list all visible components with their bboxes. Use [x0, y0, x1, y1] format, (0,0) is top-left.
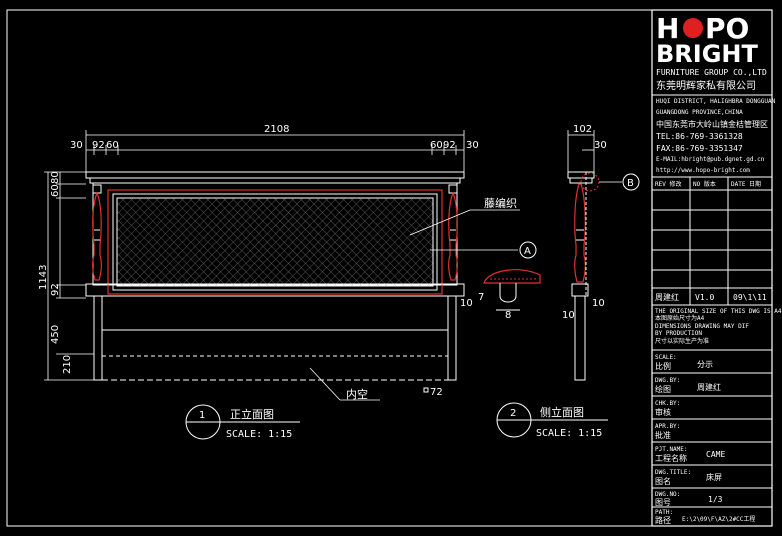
dim-80-vertical: 80 [50, 171, 61, 184]
company-name-en: FURNITURE GROUP CO.,LTD [656, 68, 767, 77]
approved-by-label: APR.BY: [655, 423, 680, 430]
drawn-by-label: DWG.BY: [655, 377, 680, 384]
path-value: E:\2\09\F\AZ\2#CC工程 [682, 515, 755, 523]
note-5: 尺寸以实际生产为准 [655, 337, 709, 345]
view-2-title: 侧立面图 [540, 405, 584, 419]
rev-col-3: DATE 日期 [731, 180, 761, 188]
rattan-mesh-panel [116, 197, 434, 287]
drawing-number-label: DWG.NO: [655, 491, 680, 498]
drawing-number-label-cn: 图号 [655, 498, 671, 507]
project-name-label-cn: 工程名称 [655, 453, 687, 463]
note-2: 本图原始尺寸为A4 [655, 314, 705, 322]
drawn-by-value: 周建红 [697, 382, 721, 392]
rev-name: 周建红 [655, 292, 679, 302]
drawing-number-value: 1/3 [708, 495, 723, 504]
callout-b-label: B [627, 178, 634, 189]
left-post [92, 184, 102, 281]
drawing-title-label-cn: 图名 [655, 476, 671, 486]
dim-92-left: 92 [92, 140, 105, 151]
company-tel: TEL:86-769-3361328 [656, 132, 743, 141]
dim-10-front: 10 [460, 298, 473, 309]
drawing-canvas: 2108 30 92 60 60 92 30 60 80 1143 92 450… [6, 9, 782, 527]
drawn-by-label-cn: 绘图 [655, 384, 671, 394]
label-rattan-weave: 藤编织 [484, 196, 517, 210]
front-elevation [85, 171, 465, 381]
rev-col-1: REV 修改 [655, 180, 681, 188]
view-1-number: 1 [199, 410, 205, 421]
rev-date: 09\1\11 [733, 293, 767, 302]
note-4: BY PRODUCTION [655, 330, 702, 337]
rev-version: V1.0 [695, 293, 714, 302]
dim-8: 8 [505, 310, 511, 321]
view-1-title: 正立面图 [230, 407, 274, 421]
checked-by-label-cn: 审核 [655, 407, 671, 417]
company-address-cn: 中国东莞市大岭山镇金桔管理区 [656, 119, 768, 129]
dim-total-width: 2108 [264, 124, 289, 135]
side-elevation [567, 171, 595, 381]
dim-102: 102 [573, 124, 592, 135]
company-web: http://www.hopo-bright.com [656, 167, 750, 174]
dim-10-side-a: 10 [592, 298, 605, 309]
top-cornice [85, 171, 465, 179]
view-1-scale: SCALE: 1:15 [226, 429, 292, 440]
scale-label: SCALE: [655, 354, 677, 361]
company-address-2: GUANGDONG PROVINCE,CHINA [656, 109, 743, 116]
dim-60-left: 60 [106, 140, 119, 151]
rail-section-detail [483, 269, 541, 311]
company-name-cn: 东莞明辉家私有限公司 [656, 79, 756, 92]
label-hollow: 内空 [346, 387, 368, 401]
note-1: THE ORIGINAL SIZE OF THIS DWG IS A4 [655, 308, 782, 315]
dim-72: 72 [430, 387, 443, 398]
detail-b-marker [580, 172, 600, 192]
cad-drawing-sheet: { "logo": {"part1": "H", "part2": "PO", … [0, 0, 782, 536]
logo-bright: BRIGHT [656, 40, 758, 68]
approved-by-label-cn: 批准 [655, 430, 671, 440]
path-label-cn: 路径 [655, 515, 671, 525]
dim-7: 7 [478, 292, 484, 303]
note-3: DIMENSIONS DRAWING MAY DIF [655, 323, 749, 330]
project-name-label: PJT.NAME: [655, 446, 688, 453]
checked-by-label: CHK.BY: [655, 400, 680, 407]
dim-30-side: 30 [594, 140, 607, 151]
dim-30-right: 30 [466, 140, 479, 151]
dim-1143-height: 1143 [38, 265, 49, 290]
dim-60-right: 60 [430, 140, 443, 151]
dim-92-right: 92 [443, 140, 456, 151]
dim-210-vertical: 210 [62, 355, 73, 374]
view-2-scale: SCALE: 1:15 [536, 428, 602, 439]
company-email: E-MAIL:hbright@pub.dgnet.gd.cn [656, 156, 765, 163]
right-leg [447, 295, 457, 381]
side-dimensions [567, 130, 595, 172]
drawing-title-label: DWG.TITLE: [655, 469, 691, 476]
dim-450-vertical: 450 [50, 325, 61, 344]
company-fax: FAX:86-769-3351347 [656, 144, 743, 153]
view-1-title-group: 1 正立面图 SCALE: 1:15 [185, 404, 300, 440]
title-block: H PO BRIGHT FURNITURE GROUP CO.,LTD 东莞明辉… [651, 9, 782, 527]
dim-30-left: 30 [70, 140, 83, 151]
logo-o-red [683, 18, 703, 38]
dim-10-side-b: 10 [562, 310, 575, 321]
right-post [448, 184, 458, 281]
company-address-1: HUQI DISTRICT, HALIGHBRA DONGGUAN [656, 98, 776, 105]
left-leg [93, 295, 103, 381]
view-2-number: 2 [510, 408, 516, 419]
scale-value: 分示 [697, 360, 713, 369]
callout-a-label: A [524, 246, 531, 257]
drawing-title-value: 床屏 [706, 472, 722, 482]
path-label: PATH: [655, 509, 673, 516]
view-2-title-group: 2 侧立面图 SCALE: 1:15 [496, 402, 608, 439]
project-name-value: CAME [706, 450, 725, 459]
scale-label-cn: 比例 [655, 361, 671, 371]
dim-60-vertical: 60 [50, 184, 61, 197]
rev-col-2: NO 版本 [693, 180, 716, 188]
dim-92-vertical: 92 [50, 283, 61, 296]
